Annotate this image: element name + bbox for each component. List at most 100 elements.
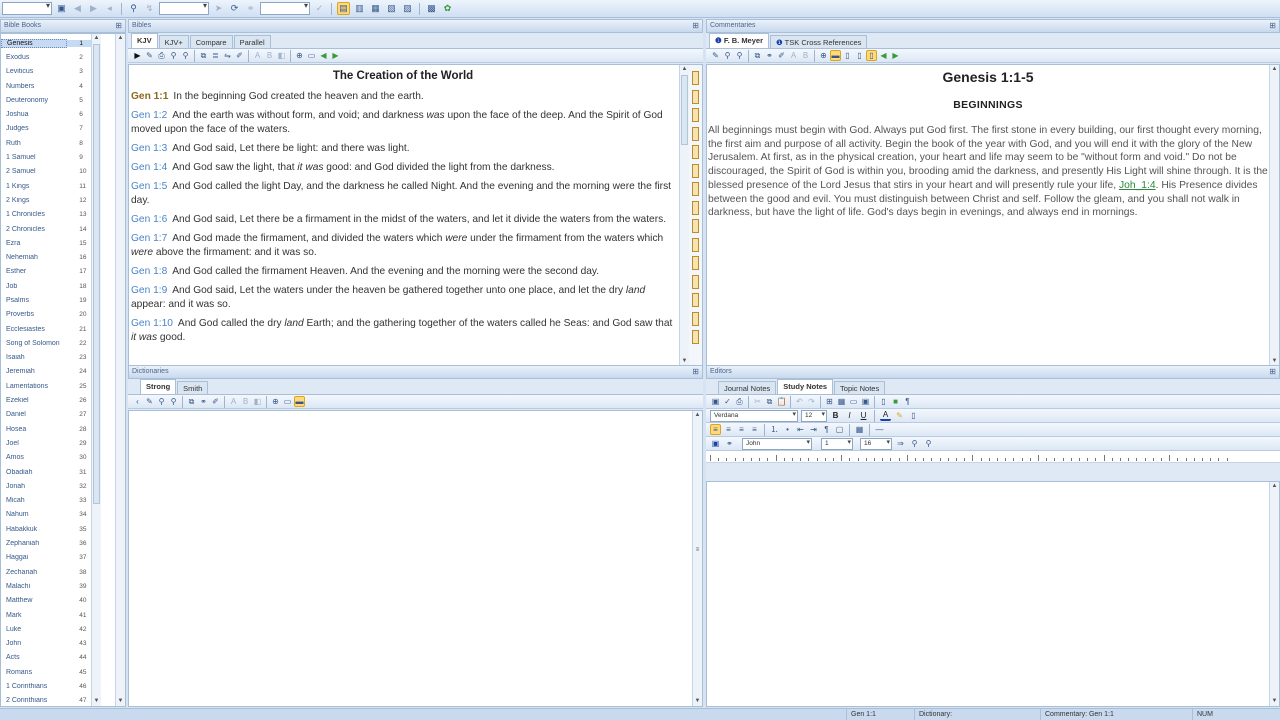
find-icon[interactable]: ⚲: [156, 396, 167, 407]
chapter-number[interactable]: 21: [67, 326, 91, 333]
book-list-item[interactable]: Judges 7: [1, 122, 91, 136]
book-list-item[interactable]: Romans 45: [1, 665, 91, 679]
book-list-item[interactable]: 2 Corinthians 47: [1, 694, 91, 706]
scroll-grip-icon[interactable]: ≡: [693, 546, 702, 555]
book-list-item[interactable]: Malachi 39: [1, 579, 91, 593]
notes-icon[interactable]: ✐: [210, 396, 221, 407]
scroll-up-icon[interactable]: ▲: [92, 34, 101, 43]
verse-reference[interactable]: Gen 1:9: [131, 285, 167, 296]
forward-green-icon[interactable]: ▶: [330, 50, 341, 61]
chapter-number[interactable]: 10: [67, 168, 91, 175]
book-name[interactable]: 1 Samuel: [1, 154, 67, 161]
bookmark-marker-icon[interactable]: [692, 219, 699, 233]
font-icon[interactable]: A: [252, 50, 263, 61]
chapter-number[interactable]: 23: [67, 354, 91, 361]
bible-scrollbar[interactable]: ▲ ▼: [679, 65, 689, 366]
book-list-item[interactable]: Micah 33: [1, 494, 91, 508]
bookmark-marker-icon[interactable]: [692, 71, 699, 85]
bookmark-marker-icon[interactable]: [692, 163, 699, 178]
book-list-item[interactable]: Genesis 1: [1, 36, 91, 50]
verse-reference[interactable]: Gen 1:8: [131, 266, 167, 277]
book-list-item[interactable]: Acts 44: [1, 651, 91, 665]
book-list-item[interactable]: 2 Chronicles 14: [1, 222, 91, 236]
scroll-thumb[interactable]: [681, 75, 688, 145]
verse-list-icon[interactable]: ≣: [210, 50, 221, 61]
bold-icon[interactable]: B: [800, 50, 811, 61]
book-list-item[interactable]: Ecclesiastes 21: [1, 322, 91, 336]
verse-reference[interactable]: Gen 1:2: [131, 110, 167, 121]
chapter-select[interactable]: 1: [821, 437, 853, 450]
book-name[interactable]: Joel: [1, 440, 67, 447]
chapter-number[interactable]: 7: [67, 125, 91, 132]
color-icon[interactable]: ◧: [276, 50, 287, 61]
book-list-item[interactable]: Amos 30: [1, 451, 91, 465]
book-name[interactable]: John: [1, 640, 67, 647]
tab-bible-2[interactable]: Compare: [189, 35, 233, 48]
scroll-down-icon[interactable]: ▼: [116, 697, 125, 706]
book-name[interactable]: Hosea: [1, 426, 67, 433]
tab-editor-2[interactable]: Topic Notes: [834, 381, 886, 394]
page-icon[interactable]: ▯: [878, 396, 889, 407]
highlight-icon[interactable]: ▬: [294, 396, 305, 407]
page-icon[interactable]: ▯: [854, 50, 865, 61]
book-list-item[interactable]: John 43: [1, 636, 91, 650]
cross-reference-link[interactable]: Joh_1:4: [1119, 180, 1156, 191]
underline-icon[interactable]: U: [858, 410, 869, 421]
book-list-item[interactable]: 1 Samuel 9: [1, 150, 91, 164]
chapter-number[interactable]: 29: [67, 440, 91, 447]
editor-text-area[interactable]: ▲ ▼: [706, 481, 1280, 707]
tab-editor-1[interactable]: Study Notes: [777, 379, 834, 394]
copy-icon[interactable]: ⧉: [186, 396, 197, 407]
chapter-number[interactable]: 26: [67, 397, 91, 404]
frame-icon[interactable]: ▣: [860, 396, 871, 407]
book-list-item[interactable]: Ruth 8: [1, 136, 91, 150]
book-name[interactable]: Numbers: [1, 83, 67, 90]
dictionary-scrollbar[interactable]: ▲ ≡ ▼: [692, 411, 702, 706]
book-name[interactable]: Jonah: [1, 483, 67, 490]
chapter-number[interactable]: 45: [67, 669, 91, 676]
chapter-number[interactable]: 12: [67, 197, 91, 204]
book-name[interactable]: Exodus: [1, 54, 67, 61]
chapter-number[interactable]: 20: [67, 311, 91, 318]
chapter-number[interactable]: 44: [67, 654, 91, 661]
book-name[interactable]: 1 Kings: [1, 183, 67, 190]
verse-reference[interactable]: Gen 1:5: [131, 181, 167, 192]
indent-icon[interactable]: ⇥: [808, 424, 819, 435]
chapter-number[interactable]: 28: [67, 426, 91, 433]
scroll-up-icon[interactable]: ▲: [680, 65, 689, 74]
tab-dictionary-0[interactable]: Strong: [140, 379, 177, 394]
book-list-item[interactable]: Habakkuk 35: [1, 522, 91, 536]
book-name[interactable]: Mark: [1, 612, 67, 619]
bookmark-marker-icon[interactable]: [692, 330, 699, 344]
book-name[interactable]: Luke: [1, 626, 67, 633]
notes-icon[interactable]: ✐: [234, 50, 245, 61]
chapter-number[interactable]: 14: [67, 226, 91, 233]
edit-icon[interactable]: ✎: [144, 50, 155, 61]
book-name[interactable]: Leviticus: [1, 68, 67, 75]
chapter-number[interactable]: 42: [67, 626, 91, 633]
chapter-number[interactable]: 11: [67, 183, 91, 190]
edit-icon[interactable]: ✎: [710, 50, 721, 61]
bold-icon[interactable]: B: [830, 410, 841, 421]
book-list-item[interactable]: Proverbs 20: [1, 308, 91, 322]
link-icon[interactable]: ⚭: [764, 50, 775, 61]
notes-icon[interactable]: ✐: [776, 50, 787, 61]
find-icon[interactable]: ⚲: [168, 50, 179, 61]
chapter-number[interactable]: 34: [67, 511, 91, 518]
book-name[interactable]: 2 Kings: [1, 197, 67, 204]
layout-2-icon[interactable]: ▥: [353, 2, 366, 15]
font-name-select[interactable]: Verdana: [710, 409, 798, 422]
chapter-number[interactable]: 43: [67, 640, 91, 647]
chapter-number[interactable]: 22: [67, 340, 91, 347]
book-name[interactable]: Micah: [1, 497, 67, 504]
link-icon[interactable]: ⚭: [198, 396, 209, 407]
book-list-item[interactable]: Luke 42: [1, 622, 91, 636]
bookmark-marker-icon[interactable]: [692, 237, 699, 252]
forward-green-icon[interactable]: ▶: [890, 50, 901, 61]
chapters-scrollbar[interactable]: ▲ ▼: [115, 34, 125, 706]
pin-icon[interactable]: ⊞: [692, 20, 699, 32]
book-list-item[interactable]: Numbers 4: [1, 79, 91, 93]
print-icon[interactable]: ⎙: [156, 50, 167, 61]
verse-reference[interactable]: Gen 1:10: [131, 318, 173, 329]
tab-bible-1[interactable]: KJV+: [158, 35, 189, 48]
